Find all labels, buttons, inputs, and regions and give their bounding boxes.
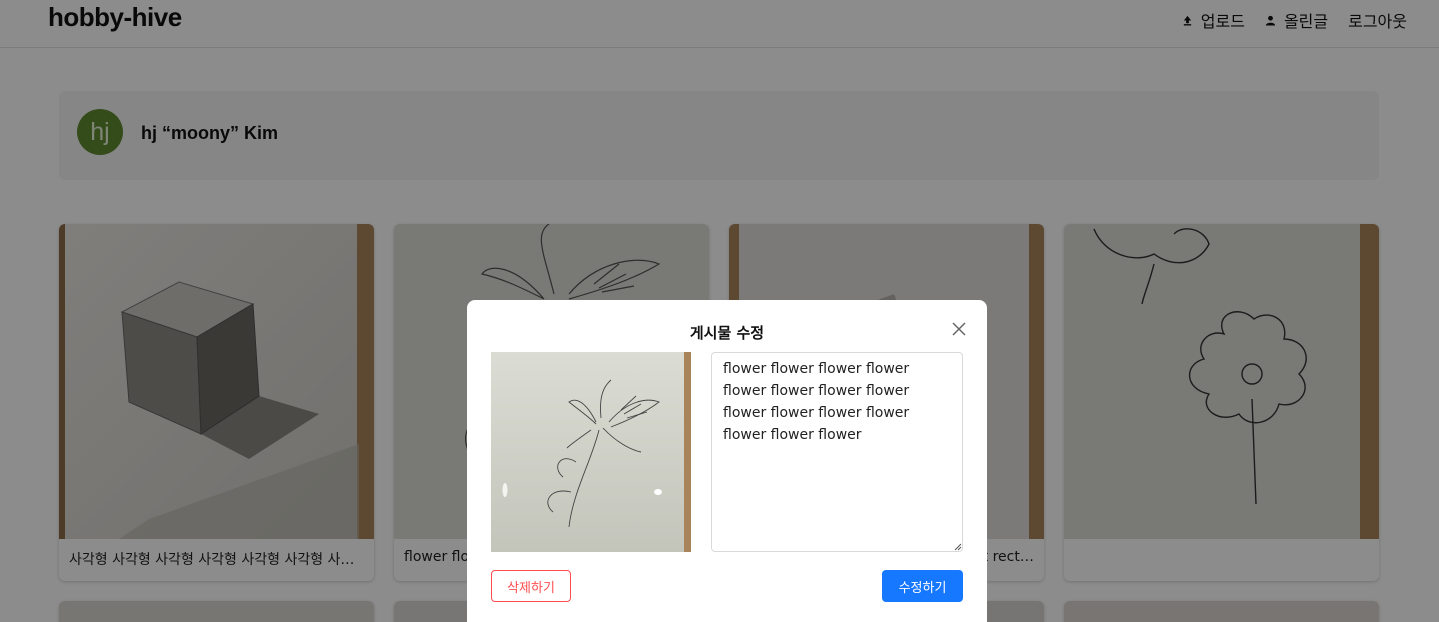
delete-button[interactable]: 삭제하기 bbox=[491, 570, 571, 602]
lily-sketch-image bbox=[491, 352, 691, 552]
resize-handle-icon[interactable] bbox=[953, 542, 962, 551]
description-textarea[interactable]: flower flower flower flower flower flowe… bbox=[711, 352, 963, 552]
edit-post-modal: 게시물 수정 flower flower flower flower flowe… bbox=[467, 300, 987, 622]
save-button[interactable]: 수정하기 bbox=[882, 570, 963, 602]
modal-title: 게시물 수정 bbox=[689, 324, 765, 342]
close-icon[interactable] bbox=[950, 320, 968, 338]
